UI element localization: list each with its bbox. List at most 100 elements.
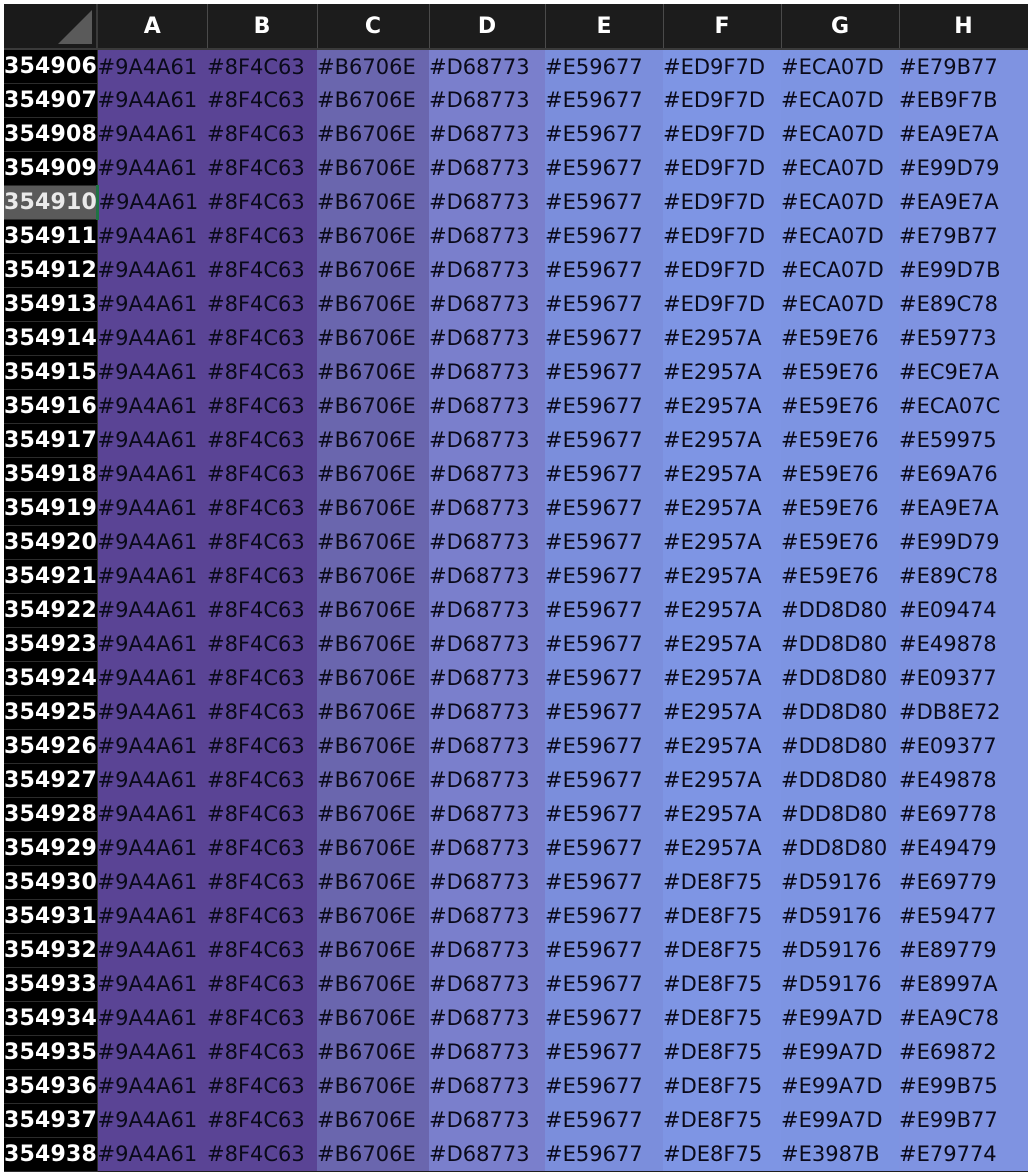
- spreadsheet-grid[interactable]: ABCDEFGH 354906 #9A4A61 #8F4C63 #B6706E #D68…: [4, 4, 1028, 1172]
- cell-d354909[interactable]: #D68773: [429, 151, 545, 185]
- cell-g354938[interactable]: #E3987B: [781, 1137, 899, 1171]
- cell-f354938[interactable]: #DE8F75: [663, 1137, 781, 1171]
- cell-f354906[interactable]: #ED9F7D: [663, 49, 781, 83]
- cell-g354915[interactable]: #E59E76: [781, 355, 899, 389]
- cell-e354927[interactable]: #E59677: [545, 763, 663, 797]
- cell-b354928[interactable]: #8F4C63: [207, 797, 317, 831]
- cell-f354916[interactable]: #E2957A: [663, 389, 781, 423]
- cell-b354921[interactable]: #8F4C63: [207, 559, 317, 593]
- cell-h354927[interactable]: #E49878: [899, 763, 1028, 797]
- cell-c354923[interactable]: #B6706E: [317, 627, 429, 661]
- cell-e354915[interactable]: #E59677: [545, 355, 663, 389]
- cell-a354932[interactable]: #9A4A61: [97, 933, 207, 967]
- row-header[interactable]: 354919: [4, 491, 98, 526]
- cell-c354930[interactable]: #B6706E: [317, 865, 429, 899]
- cell-h354924[interactable]: #E09377: [899, 661, 1028, 695]
- column-header-b[interactable]: B: [207, 4, 318, 50]
- cell-f354918[interactable]: #E2957A: [663, 457, 781, 491]
- cell-b354936[interactable]: #8F4C63: [207, 1069, 317, 1103]
- cell-c354936[interactable]: #B6706E: [317, 1069, 429, 1103]
- cell-e354934[interactable]: #E59677: [545, 1001, 663, 1035]
- cell-h354911[interactable]: #E79B77: [899, 219, 1028, 253]
- cell-d354934[interactable]: #D68773: [429, 1001, 545, 1035]
- cell-f354935[interactable]: #DE8F75: [663, 1035, 781, 1069]
- cell-h354929[interactable]: #E49479: [899, 831, 1028, 865]
- cell-g354906[interactable]: #ECA07D: [781, 49, 899, 83]
- cell-b354919[interactable]: #8F4C63: [207, 491, 317, 525]
- cell-f354912[interactable]: #ED9F7D: [663, 253, 781, 287]
- cell-a354921[interactable]: #9A4A61: [97, 559, 207, 593]
- cell-h354933[interactable]: #E8997A: [899, 967, 1028, 1001]
- cell-e354933[interactable]: #E59677: [545, 967, 663, 1001]
- cell-c354915[interactable]: #B6706E: [317, 355, 429, 389]
- cell-c354927[interactable]: #B6706E: [317, 763, 429, 797]
- cell-a354920[interactable]: #9A4A61: [97, 525, 207, 559]
- cell-e354909[interactable]: #E59677: [545, 151, 663, 185]
- row-header[interactable]: 354935: [4, 1035, 98, 1070]
- cell-f354910[interactable]: #ED9F7D: [663, 185, 781, 219]
- cell-a354931[interactable]: #9A4A61: [97, 899, 207, 933]
- cell-h354916[interactable]: #ECA07C: [899, 389, 1028, 423]
- cell-e354916[interactable]: #E59677: [545, 389, 663, 423]
- cell-a354910[interactable]: #9A4A61: [97, 185, 207, 219]
- cell-d354938[interactable]: #D68773: [429, 1137, 545, 1171]
- row-header[interactable]: 354929: [4, 831, 98, 866]
- cell-e354921[interactable]: #E59677: [545, 559, 663, 593]
- cell-a354927[interactable]: #9A4A61: [97, 763, 207, 797]
- cell-g354913[interactable]: #ECA07D: [781, 287, 899, 321]
- cell-f354924[interactable]: #E2957A: [663, 661, 781, 695]
- cell-g354909[interactable]: #ECA07D: [781, 151, 899, 185]
- cell-d354935[interactable]: #D68773: [429, 1035, 545, 1069]
- cell-c354931[interactable]: #B6706E: [317, 899, 429, 933]
- cell-g354910[interactable]: #ECA07D: [781, 185, 899, 219]
- row-header[interactable]: 354910: [4, 185, 99, 220]
- cell-d354908[interactable]: #D68773: [429, 117, 545, 151]
- cell-g354925[interactable]: #DD8D80: [781, 695, 899, 729]
- cell-g354907[interactable]: #ECA07D: [781, 83, 899, 117]
- cell-c354917[interactable]: #B6706E: [317, 423, 429, 457]
- cell-a354916[interactable]: #9A4A61: [97, 389, 207, 423]
- row-header[interactable]: 354923: [4, 627, 98, 662]
- cell-g354914[interactable]: #E59E76: [781, 321, 899, 355]
- cell-c354907[interactable]: #B6706E: [317, 83, 429, 117]
- cell-e354936[interactable]: #E59677: [545, 1069, 663, 1103]
- cell-a354909[interactable]: #9A4A61: [97, 151, 207, 185]
- select-all-button[interactable]: [4, 4, 98, 50]
- cell-h354909[interactable]: #E99D79: [899, 151, 1028, 185]
- column-header-e[interactable]: E: [545, 4, 664, 50]
- cell-b354923[interactable]: #8F4C63: [207, 627, 317, 661]
- cell-d354926[interactable]: #D68773: [429, 729, 545, 763]
- cell-h354910[interactable]: #EA9E7A: [899, 185, 1028, 219]
- cell-g354933[interactable]: #D59176: [781, 967, 899, 1001]
- cell-h354915[interactable]: #EC9E7A: [899, 355, 1028, 389]
- cell-g354922[interactable]: #DD8D80: [781, 593, 899, 627]
- cell-a354933[interactable]: #9A4A61: [97, 967, 207, 1001]
- row-header[interactable]: 354913: [4, 287, 98, 322]
- cell-a354936[interactable]: #9A4A61: [97, 1069, 207, 1103]
- cell-a354908[interactable]: #9A4A61: [97, 117, 207, 151]
- row-header[interactable]: 354931: [4, 899, 98, 934]
- row-header[interactable]: 354925: [4, 695, 98, 730]
- cell-b354917[interactable]: #8F4C63: [207, 423, 317, 457]
- cell-f354908[interactable]: #ED9F7D: [663, 117, 781, 151]
- cell-h354917[interactable]: #E59975: [899, 423, 1028, 457]
- cell-e354935[interactable]: #E59677: [545, 1035, 663, 1069]
- row-header[interactable]: 354938: [4, 1137, 98, 1172]
- cell-g354928[interactable]: #DD8D80: [781, 797, 899, 831]
- cell-f354929[interactable]: #E2957A: [663, 831, 781, 865]
- cell-c354937[interactable]: #B6706E: [317, 1103, 429, 1137]
- cell-e354932[interactable]: #E59677: [545, 933, 663, 967]
- cell-a354914[interactable]: #9A4A61: [97, 321, 207, 355]
- cell-c354911[interactable]: #B6706E: [317, 219, 429, 253]
- cell-e354912[interactable]: #E59677: [545, 253, 663, 287]
- cell-a354934[interactable]: #9A4A61: [97, 1001, 207, 1035]
- cell-h354926[interactable]: #E09377: [899, 729, 1028, 763]
- cell-d354921[interactable]: #D68773: [429, 559, 545, 593]
- cell-c354929[interactable]: #B6706E: [317, 831, 429, 865]
- cell-d354914[interactable]: #D68773: [429, 321, 545, 355]
- cell-d354936[interactable]: #D68773: [429, 1069, 545, 1103]
- cell-a354906[interactable]: #9A4A61: [97, 49, 207, 83]
- cell-a354917[interactable]: #9A4A61: [97, 423, 207, 457]
- cell-d354932[interactable]: #D68773: [429, 933, 545, 967]
- cell-d354910[interactable]: #D68773: [429, 185, 545, 219]
